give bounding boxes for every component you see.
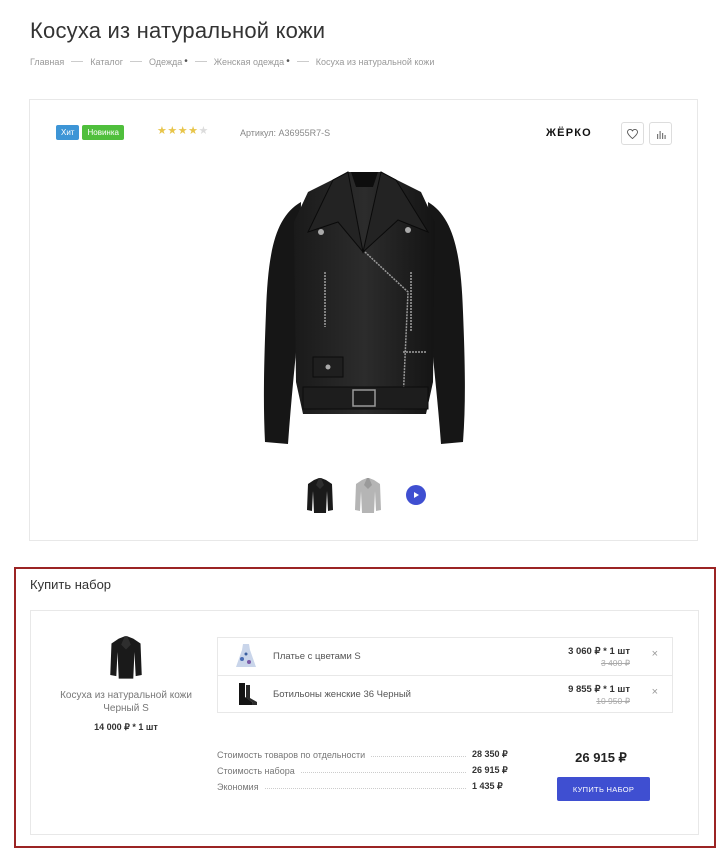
bundle-item-old-price: 3 400 ₽ xyxy=(600,658,630,668)
bundle-item: Ботильоны женские 36 Черный 9 855 ₽ * 1 … xyxy=(218,675,672,712)
play-icon xyxy=(414,492,419,498)
bundle-item-price: 3 060 ₽ * 1 шт xyxy=(568,646,630,657)
breadcrumb-dropdown-icon[interactable]: • xyxy=(286,56,290,67)
product-badges: Хит Новинка xyxy=(56,125,124,140)
breadcrumb-clothing[interactable]: Одежда xyxy=(149,57,182,67)
bundle-item-name[interactable]: Ботильоны женские 36 Черный xyxy=(273,689,411,700)
favorite-button[interactable] xyxy=(621,122,644,145)
bundle-items-list: Платье с цветами S 3 060 ₽ * 1 шт 3 400 … xyxy=(217,637,673,713)
page-title: Косуха из натуральной кожи xyxy=(30,18,326,43)
summary-value: 1 435 ₽ xyxy=(472,781,503,791)
thumbnail-black[interactable] xyxy=(304,475,336,517)
star-icon: ★ xyxy=(167,125,178,137)
product-card: Хит Новинка ★★★★★ Артикул: A36955R7-S ЖЁ… xyxy=(29,99,698,541)
jacket-thumb-icon xyxy=(110,636,142,679)
bundle-title: Купить набор xyxy=(30,577,112,592)
breadcrumb-separator xyxy=(71,61,84,62)
breadcrumb-current: Косуха из натуральной кожи xyxy=(315,56,435,67)
star-icon: ★ xyxy=(177,125,189,137)
compare-button[interactable] xyxy=(649,122,672,145)
jacket-image xyxy=(263,171,465,444)
brand-logo[interactable]: ЖЁРКО xyxy=(546,127,592,139)
leader-dots xyxy=(371,756,466,757)
product-thumbnails xyxy=(304,475,384,517)
main-item-price: 14 000 ₽ * 1 шт xyxy=(94,722,158,732)
breadcrumb: Главная Каталог Одежда • Женская одежда … xyxy=(30,56,434,67)
star-empty-icon: ★ xyxy=(198,125,209,137)
breadcrumb-separator xyxy=(296,61,309,62)
bundle-summary: Стоимость товаров по отдельности 28 350 … xyxy=(217,744,517,792)
product-main-image[interactable] xyxy=(213,162,516,458)
bundle-item-price: 9 855 ₽ * 1 шт xyxy=(568,684,630,695)
dress-icon xyxy=(236,644,256,667)
leader-dots xyxy=(264,788,466,789)
buy-bundle-button[interactable]: Купить набор xyxy=(557,777,650,801)
summary-row-bundle: Стоимость набора 26 915 ₽ xyxy=(217,760,517,776)
summary-row-savings: Экономия 1 435 ₽ xyxy=(217,776,517,792)
main-item-image[interactable] xyxy=(106,635,146,681)
summary-label: Стоимость товаров по отдельности xyxy=(217,750,366,760)
breadcrumb-womens-clothing[interactable]: Женская одежда xyxy=(214,57,284,67)
bundle-total-price: 26 915 ₽ xyxy=(575,750,627,765)
summary-row-separate: Стоимость товаров по отдельности 28 350 … xyxy=(217,744,517,760)
jacket-thumb-icon xyxy=(355,478,381,513)
summary-label: Экономия xyxy=(217,782,259,792)
breadcrumb-separator xyxy=(129,61,142,62)
remove-item-button[interactable]: × xyxy=(652,648,658,660)
product-sku: Артикул: A36955R7-S xyxy=(240,128,331,138)
heart-icon xyxy=(627,128,638,139)
breadcrumb-catalog[interactable]: Каталог xyxy=(90,57,123,67)
hit-badge: Хит xyxy=(56,125,80,140)
bar-chart-icon xyxy=(656,130,666,139)
thumbnail-gray[interactable] xyxy=(352,475,384,517)
bundle-item: Платье с цветами S 3 060 ₽ * 1 шт 3 400 … xyxy=(218,638,672,675)
bundle-main-item: Косуха из натуральной кожи Черный S 14 0… xyxy=(51,635,201,733)
dress-thumb[interactable] xyxy=(232,642,260,670)
breadcrumb-dropdown-icon[interactable]: • xyxy=(184,56,188,67)
boots-icon xyxy=(239,683,257,705)
rating-stars[interactable]: ★★★★★ xyxy=(157,124,209,137)
boots-thumb[interactable] xyxy=(232,680,260,708)
breadcrumb-separator xyxy=(194,61,207,62)
new-badge: Новинка xyxy=(82,125,124,140)
summary-value: 26 915 ₽ xyxy=(472,765,508,775)
star-icon: ★ xyxy=(157,125,168,137)
star-icon: ★ xyxy=(188,125,199,137)
summary-label: Стоимость набора xyxy=(217,766,295,776)
jacket-thumb-icon xyxy=(307,478,333,513)
bundle-section: Купить набор Косуха из натуральной кожи … xyxy=(14,567,716,848)
bundle-item-name[interactable]: Платье с цветами S xyxy=(273,651,361,662)
leader-dots xyxy=(300,772,466,773)
summary-value: 28 350 ₽ xyxy=(472,749,508,759)
main-item-name[interactable]: Косуха из натуральной кожи Черный S xyxy=(51,689,201,715)
bundle-item-old-price: 10 950 ₽ xyxy=(596,696,630,706)
video-play-button[interactable] xyxy=(406,485,426,505)
remove-item-button[interactable]: × xyxy=(652,686,658,698)
breadcrumb-home[interactable]: Главная xyxy=(30,57,64,67)
bundle-panel: Косуха из натуральной кожи Черный S 14 0… xyxy=(30,610,699,835)
